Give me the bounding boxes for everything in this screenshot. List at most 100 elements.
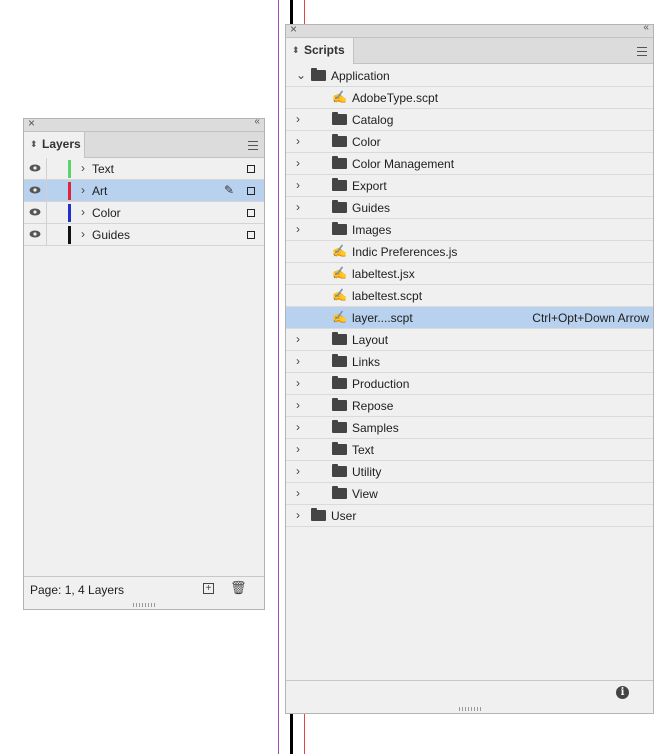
folder-row[interactable]: › User [286,505,653,527]
folder-row[interactable]: › Color [286,131,653,153]
script-item-label: Text [352,443,375,457]
script-row[interactable]: ✍ Indic Preferences.js [286,241,653,263]
eye-icon[interactable] [29,230,41,238]
folder-row[interactable]: › Layout [286,329,653,351]
chevron-right-icon[interactable]: › [296,156,300,170]
script-item-label: Guides [352,201,391,215]
chevron-right-icon[interactable]: › [296,398,300,412]
close-icon[interactable]: × [28,116,35,130]
new-layer-button[interactable]: + [203,583,214,594]
tab-layers[interactable]: ⬍ Layers [24,132,85,158]
script-item-label: Samples [352,421,399,435]
layer-color-swatch [68,204,71,222]
chevron-right-icon[interactable]: › [296,376,300,390]
layer-name: Guides [92,228,131,242]
script-item-label: Images [352,223,392,237]
layers-footer: Page: 1, 4 Layers + 🗑 [24,576,264,601]
layers-list: › Text › Art ✎ › Color › Guides [24,158,264,246]
folder-row[interactable]: › Catalog [286,109,653,131]
script-row[interactable]: ✍ layer....scpt Ctrl+Opt+Down Arrow [286,307,653,329]
folder-icon [332,134,347,147]
layer-row[interactable]: › Text [24,158,264,180]
folder-row[interactable]: › View [286,483,653,505]
chevron-right-icon[interactable]: › [81,161,85,175]
folder-icon [311,508,326,521]
chevron-right-icon[interactable]: › [296,354,300,368]
scripts-list: ⌄ Application ✍ AdobeType.scpt › Catalog › Colo… [286,65,653,527]
select-item-square[interactable] [247,165,255,173]
chevron-right-icon[interactable]: › [296,464,300,478]
resize-grip[interactable] [133,603,155,607]
script-item-label: View [352,487,378,501]
script-row[interactable]: ✍ AdobeType.scpt [286,87,653,109]
info-icon[interactable]: i [616,686,629,699]
chevron-right-icon[interactable]: › [296,222,300,236]
panel-menu-icon[interactable] [637,47,647,56]
script-item-label: labeltest.jsx [352,267,415,281]
layer-color-swatch [68,160,71,178]
folder-icon [311,68,326,81]
folder-icon [332,156,347,169]
select-item-square[interactable] [247,187,255,195]
script-row[interactable]: ✍ labeltest.scpt [286,285,653,307]
script-icon: ✍ [332,244,347,258]
folder-row[interactable]: › Guides [286,197,653,219]
folder-row[interactable]: › Text [286,439,653,461]
chevron-right-icon[interactable]: › [296,442,300,456]
collapse-icon[interactable]: ‹‹ [254,116,260,127]
updown-arrows-icon: ⬍ [292,45,300,55]
eye-icon[interactable] [29,208,41,216]
folder-icon [332,464,347,477]
panel-menu-icon[interactable] [248,141,258,150]
scripts-tabbar: ⬍ Scripts [286,38,653,64]
scripts-panel-titlebar: × ‹‹ [286,22,653,38]
chevron-right-icon[interactable]: › [296,486,300,500]
chevron-right-icon[interactable]: › [296,200,300,214]
eye-icon[interactable] [29,164,41,172]
layer-row[interactable]: › Guides [24,224,264,246]
collapse-icon[interactable]: ‹‹ [643,22,649,33]
close-icon[interactable]: × [290,22,297,36]
folder-row[interactable]: › Color Management [286,153,653,175]
keyboard-shortcut: Ctrl+Opt+Down Arrow [532,311,649,325]
layer-name: Art [92,184,108,198]
select-item-square[interactable] [247,231,255,239]
chevron-right-icon[interactable]: › [81,227,85,241]
scripts-panel: × ‹‹ ⬍ Scripts ⌄ Application ✍ AdobeType.sc… [285,22,654,714]
layer-name: Text [92,162,115,176]
script-item-label: Catalog [352,113,394,127]
folder-icon [332,486,347,499]
chevron-right-icon[interactable]: › [296,508,300,522]
trash-icon[interactable]: 🗑 [230,580,247,596]
chevron-right-icon[interactable]: › [296,112,300,126]
layer-row[interactable]: › Color [24,202,264,224]
tab-layers-label: Layers [42,137,81,151]
chevron-right-icon[interactable]: › [81,183,85,197]
folder-row[interactable]: › Utility [286,461,653,483]
chevron-right-icon[interactable]: › [81,205,85,219]
chevron-right-icon[interactable]: › [296,332,300,346]
folder-row[interactable]: › Repose [286,395,653,417]
eye-icon[interactable] [29,186,41,194]
folder-row[interactable]: › Images [286,219,653,241]
chevron-right-icon[interactable]: › [296,420,300,434]
script-row[interactable]: ✍ labeltest.jsx [286,263,653,285]
layer-color-swatch [68,182,71,200]
layer-row[interactable]: › Art ✎ [24,180,264,202]
tab-scripts[interactable]: ⬍ Scripts [286,38,354,64]
chevron-down-icon[interactable]: ⌄ [296,68,306,82]
select-item-square[interactable] [247,209,255,217]
folder-row[interactable]: › Export [286,175,653,197]
chevron-right-icon[interactable]: › [296,178,300,192]
script-item-label: AdobeType.scpt [352,91,439,105]
folder-row[interactable]: › Links [286,351,653,373]
folder-row[interactable]: ⌄ Application [286,65,653,87]
column-divider [46,224,47,245]
folder-row[interactable]: › Production [286,373,653,395]
folder-row[interactable]: › Samples [286,417,653,439]
script-item-label: Layout [352,333,389,347]
resize-grip[interactable] [458,707,481,711]
scripts-footer: i [286,680,653,705]
chevron-right-icon[interactable]: › [296,134,300,148]
layer-name: Color [92,206,121,220]
